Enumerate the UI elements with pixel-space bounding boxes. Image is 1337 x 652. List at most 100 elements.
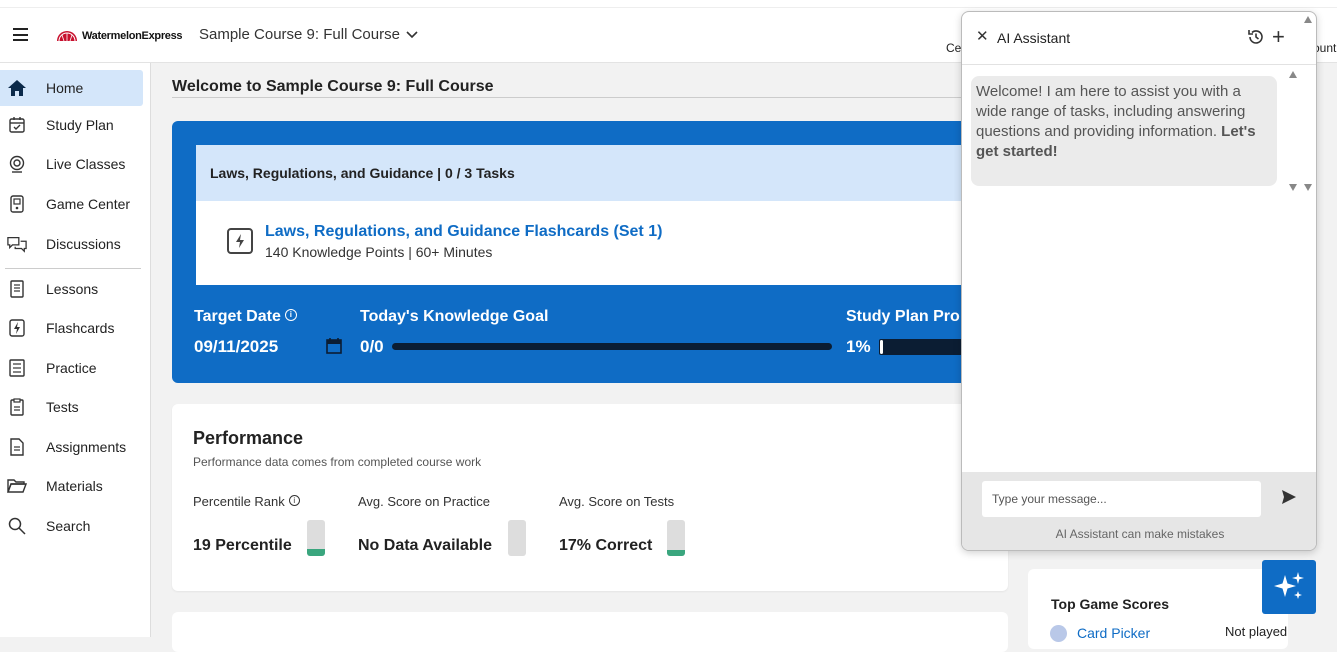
flashcard-icon <box>227 228 253 254</box>
gauge-fill <box>667 549 685 556</box>
watermelon-logo-icon <box>57 31 77 42</box>
calendar-icon[interactable] <box>326 338 342 354</box>
header-link-partial[interactable]: Ce <box>946 41 961 55</box>
scroll-down-icon[interactable] <box>1289 184 1297 191</box>
knowledge-goal-progress-bar <box>392 343 832 350</box>
study-plan-progress-value: 1% <box>846 337 871 356</box>
logo-text: WatermelonExpress <box>82 30 183 42</box>
history-icon[interactable] <box>1247 28 1265 46</box>
task-item[interactable]: Laws, Regulations, and Guidance Flashcar… <box>196 201 972 285</box>
webcam-icon <box>7 154 27 174</box>
performance-card: Performance Performance data comes from … <box>172 404 1008 591</box>
sidebar-item-label: Game Center <box>46 196 131 212</box>
sidebar: Home Study Plan Live Classes Game Center… <box>0 63 151 637</box>
course-selector[interactable]: Sample Course 9: Full Course <box>199 26 418 43</box>
send-icon[interactable] <box>1280 488 1298 506</box>
info-icon[interactable]: i <box>288 495 300 506</box>
sidebar-item-lessons[interactable]: Lessons <box>0 271 143 307</box>
folder-icon <box>7 476 27 496</box>
performance-title: Performance <box>193 428 304 448</box>
ai-assistant-panel: ✕ AI Assistant + Welcome! I am here to a… <box>961 11 1317 551</box>
message-text: Welcome! I am here to assist you with a … <box>976 83 1246 140</box>
sidebar-item-label: Flashcards <box>46 320 115 336</box>
target-date-label: Target Date i <box>194 308 297 326</box>
document-icon <box>7 437 27 457</box>
game-console-icon <box>7 194 27 214</box>
ai-assistant-button[interactable] <box>1262 560 1316 614</box>
sidebar-item-label: Home <box>46 80 84 96</box>
chat-bubbles-icon <box>7 234 27 254</box>
sidebar-item-study-plan[interactable]: Study Plan <box>0 107 143 143</box>
practice-score-label: Avg. Score on Practice <box>358 494 490 509</box>
scroll-up-icon[interactable] <box>1304 16 1312 23</box>
sidebar-item-materials[interactable]: Materials <box>0 468 143 504</box>
performance-subtitle: Performance data comes from completed co… <box>193 455 482 469</box>
search-icon <box>7 516 27 536</box>
next-card <box>172 612 1008 652</box>
knowledge-goal-value: 0/0 <box>360 337 384 356</box>
sidebar-item-tests[interactable]: Tests <box>0 389 143 425</box>
sidebar-divider <box>5 268 141 269</box>
page-title: Welcome to Sample Course 9: Full Course <box>172 78 494 95</box>
game-link[interactable]: Card Picker <box>1077 625 1150 641</box>
card-picker-icon <box>1050 625 1067 642</box>
browser-top-strip <box>0 0 1337 8</box>
message-input[interactable] <box>982 481 1261 517</box>
home-icon <box>7 78 27 98</box>
assistant-message: Welcome! I am here to assist you with a … <box>971 76 1277 186</box>
sidebar-item-label: Tests <box>46 399 79 415</box>
percentile-rank-label: Percentile Rank i <box>193 494 300 509</box>
target-date-value: 09/11/2025 <box>194 337 279 356</box>
sidebar-item-discussions[interactable]: Discussions <box>0 226 143 262</box>
menu-icon[interactable] <box>13 28 28 41</box>
sidebar-item-flashcards[interactable]: Flashcards <box>0 310 143 346</box>
ai-assistant-header: ✕ AI Assistant + <box>962 12 1316 65</box>
task-details: 140 Knowledge Points | 60+ Minutes <box>265 244 493 260</box>
scroll-down-icon[interactable] <box>1304 184 1312 191</box>
study-plan-progress-label: Study Plan Pro <box>846 308 960 325</box>
logo[interactable]: WatermelonExpress <box>56 27 183 45</box>
sidebar-item-assignments[interactable]: Assignments <box>0 429 143 465</box>
book-icon <box>7 279 27 299</box>
ai-disclaimer: AI Assistant can make mistakes <box>1055 527 1225 541</box>
top-game-scores-title: Top Game Scores <box>1051 596 1170 612</box>
ai-input-area: AI Assistant can make mistakes <box>962 472 1316 550</box>
task-title-link[interactable]: Laws, Regulations, and Guidance Flashcar… <box>265 223 662 241</box>
sidebar-item-game-center[interactable]: Game Center <box>0 186 143 222</box>
sidebar-item-practice[interactable]: Practice <box>0 350 143 386</box>
sidebar-item-label: Study Plan <box>46 117 114 133</box>
sidebar-item-home[interactable]: Home <box>0 70 143 106</box>
course-name: Sample Course 9: Full Course <box>199 26 400 43</box>
sidebar-item-label: Practice <box>46 360 97 376</box>
scroll-up-icon[interactable] <box>1289 71 1297 78</box>
info-icon[interactable]: i <box>284 309 297 321</box>
test-score-value: 17% Correct <box>559 537 653 554</box>
close-icon[interactable]: ✕ <box>976 27 989 45</box>
percentile-rank-gauge <box>307 520 325 556</box>
sidebar-item-label: Live Classes <box>46 156 126 172</box>
sidebar-item-label: Discussions <box>46 236 121 252</box>
sidebar-item-live-classes[interactable]: Live Classes <box>0 146 143 182</box>
new-chat-icon[interactable]: + <box>1272 24 1285 50</box>
sparkle-icon <box>1274 572 1304 599</box>
percentile-rank-value: 19 Percentile <box>193 537 292 554</box>
sidebar-item-label: Search <box>46 518 91 534</box>
study-plan-progress-fill <box>880 340 883 354</box>
checklist-icon <box>7 358 27 378</box>
clipboard-icon <box>7 397 27 417</box>
task-group-header[interactable]: Laws, Regulations, and Guidance | 0 / 3 … <box>196 145 972 201</box>
knowledge-goal-label: Today's Knowledge Goal <box>360 308 549 325</box>
gauge-fill <box>307 549 325 556</box>
sidebar-item-label: Assignments <box>46 439 127 455</box>
ai-assistant-title: AI Assistant <box>997 30 1071 46</box>
flashcard-icon <box>7 318 27 338</box>
sidebar-item-search[interactable]: Search <box>0 508 143 544</box>
sidebar-item-label: Materials <box>46 478 103 494</box>
test-score-gauge <box>667 520 685 556</box>
chevron-down-icon <box>406 30 418 38</box>
sidebar-item-label: Lessons <box>46 281 99 297</box>
practice-score-gauge <box>508 520 526 556</box>
practice-score-value: No Data Available <box>358 537 492 554</box>
calendar-check-icon <box>7 115 27 135</box>
test-score-label: Avg. Score on Tests <box>559 494 675 509</box>
